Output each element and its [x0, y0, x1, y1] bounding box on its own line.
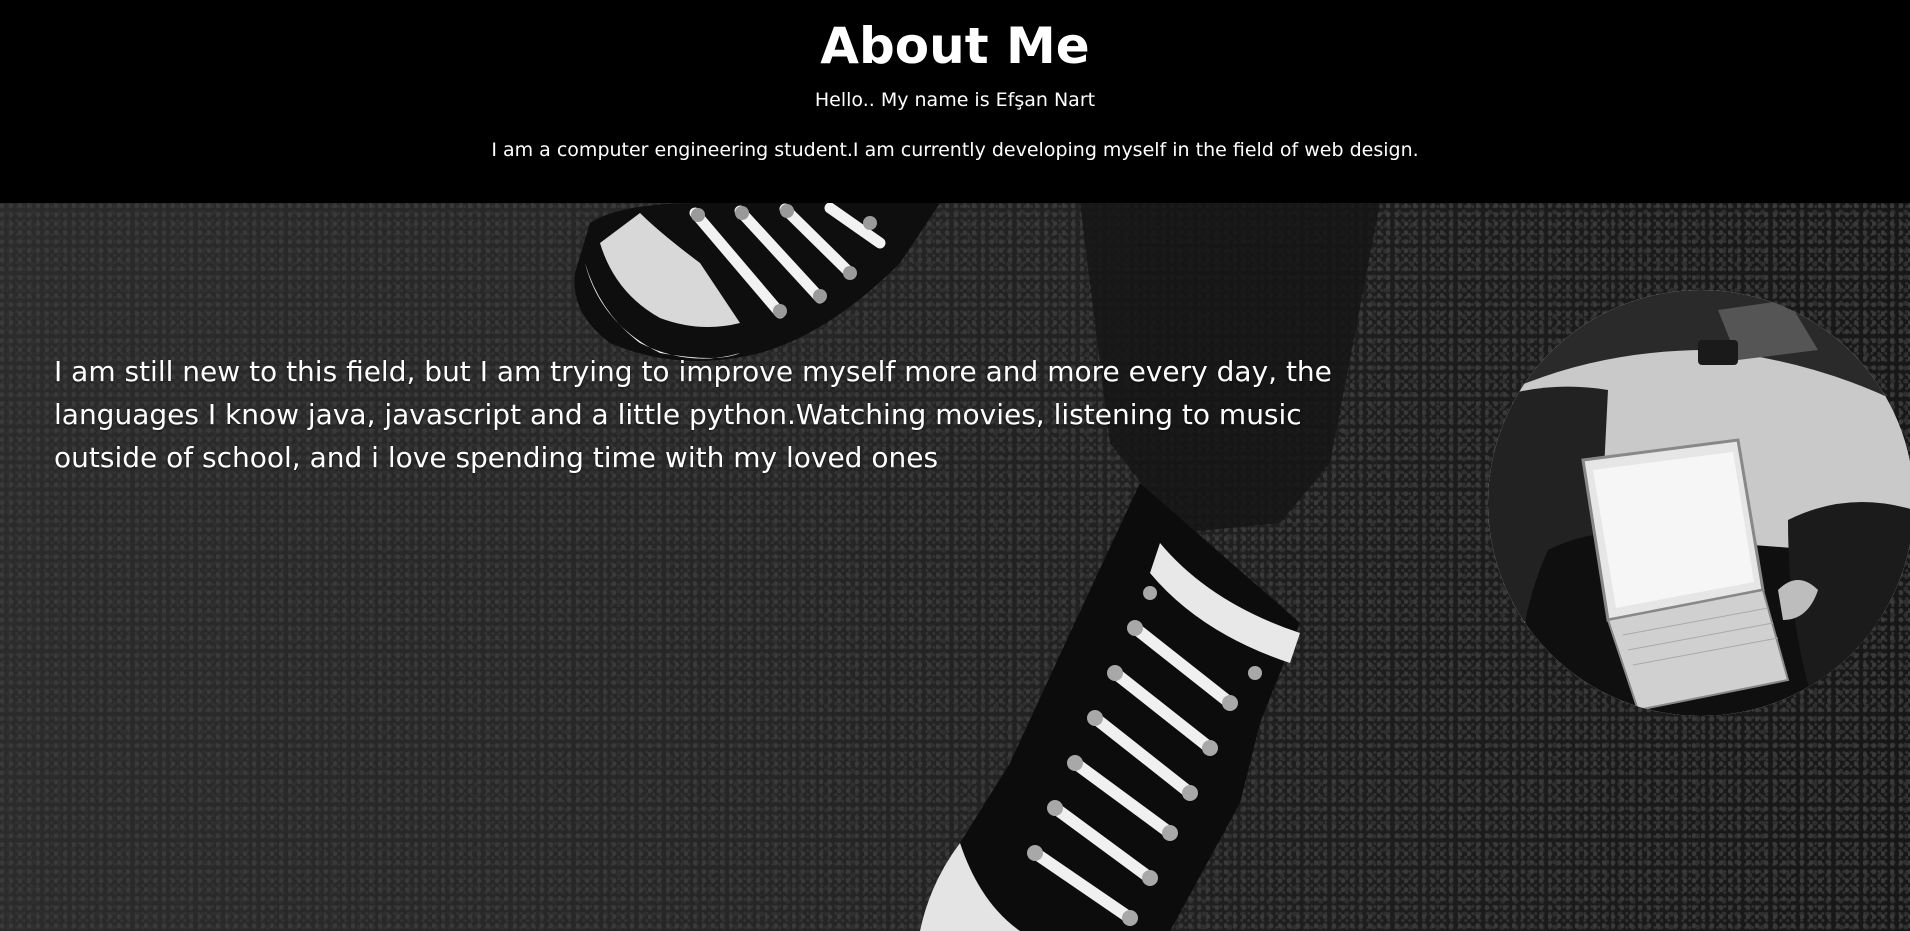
about-page: About Me Hello.. My name is Efşan Nart I…: [0, 0, 1910, 931]
about-paragraph: I am still new to this field, but I am t…: [54, 355, 1332, 474]
header: About Me Hello.. My name is Efşan Nart I…: [0, 0, 1910, 203]
upper-sneaker-graphic: [574, 203, 940, 361]
greeting-text: Hello.. My name is Efşan Nart: [814, 89, 1096, 111]
profile-photo: [1488, 290, 1910, 716]
lower-sneaker-graphic: [920, 483, 1300, 931]
intro-text: I am a computer engineering student.I am…: [491, 139, 1419, 161]
page-title: About Me: [820, 17, 1090, 75]
